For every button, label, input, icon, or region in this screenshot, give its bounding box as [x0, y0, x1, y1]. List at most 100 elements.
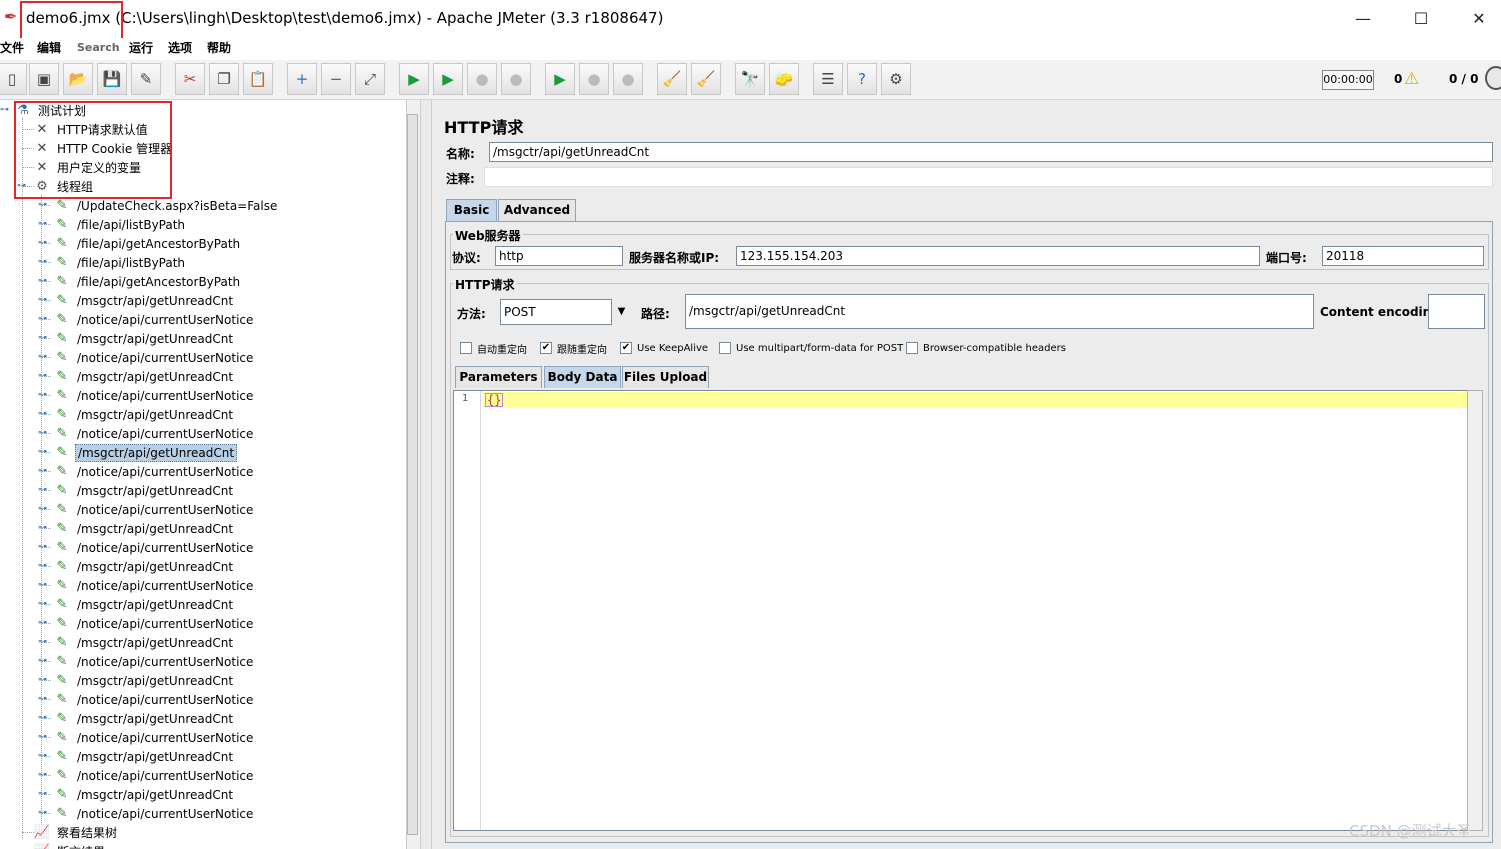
start-button[interactable]: ▶: [399, 63, 429, 95]
cut-button[interactable]: ✂: [175, 63, 205, 95]
tree-node-sampler[interactable]: ✎ /msgctr/api/getUnreadCnt: [53, 633, 235, 652]
tree-node-sampler[interactable]: ✎ /msgctr/api/getUnreadCnt: [53, 291, 235, 310]
tree-node-sampler[interactable]: ✎ /msgctr/api/getUnreadCnt: [53, 709, 235, 728]
menu-help[interactable]: 帮助: [207, 40, 231, 56]
tree-node-sampler[interactable]: ✎ /msgctr/api/getUnreadCnt: [53, 595, 235, 614]
save-as-button[interactable]: ✎: [131, 63, 161, 95]
shutdown-button[interactable]: ●: [501, 63, 531, 95]
option-checkbox[interactable]: ✔ 跟随重定向: [540, 341, 607, 356]
tab-basic[interactable]: Basic: [446, 199, 497, 221]
tree-expand-handle[interactable]: ⊶: [38, 714, 47, 723]
tree-node-sampler[interactable]: ✎ /notice/api/currentUserNotice: [53, 652, 255, 671]
tree-node-sampler[interactable]: ✎ /msgctr/api/getUnreadCnt: [53, 443, 238, 462]
port-field[interactable]: 20118: [1322, 246, 1484, 266]
tree-node-sampler[interactable]: ✎ /msgctr/api/getUnreadCnt: [53, 405, 235, 424]
option-checkbox[interactable]: ✔ Use KeepAlive: [620, 341, 708, 355]
tree-expand-handle[interactable]: ⊶: [38, 524, 47, 533]
tree-node-sampler[interactable]: ✎ /notice/api/currentUserNotice: [53, 462, 255, 481]
tree-node-listener[interactable]: 📈 察看结果树: [33, 823, 119, 842]
collapse-button[interactable]: −: [321, 63, 351, 95]
tree-expand-handle[interactable]: ⊶: [38, 600, 47, 609]
menu-options[interactable]: 选项: [168, 40, 192, 56]
menu-search[interactable]: Search: [77, 40, 120, 56]
tree-expand-handle[interactable]: ⊶: [38, 752, 47, 761]
paste-button[interactable]: 📋: [243, 63, 273, 95]
tree-node-sampler[interactable]: ✎ /notice/api/currentUserNotice: [53, 614, 255, 633]
tree-expand-handle[interactable]: ⊶: [38, 258, 47, 267]
tree-node-sampler[interactable]: ✎ /msgctr/api/getUnreadCnt: [53, 747, 235, 766]
checkbox-box[interactable]: ✔: [540, 342, 552, 354]
tab-body-data[interactable]: Body Data: [544, 366, 621, 388]
remote-start-button[interactable]: ▶: [545, 63, 575, 95]
tree-expand-handle[interactable]: ⊶: [38, 372, 47, 381]
tree-scroll-thumb[interactable]: [407, 114, 418, 835]
tree-expand-handle[interactable]: ⊶: [38, 429, 47, 438]
tree-expand-handle[interactable]: ⊶: [38, 410, 47, 419]
tree-node-sampler[interactable]: ✎ /msgctr/api/getUnreadCnt: [53, 481, 235, 500]
tree-expand-handle[interactable]: ⊶: [38, 790, 47, 799]
tree-expand-handle[interactable]: ⊶: [38, 201, 47, 210]
tree-node-sampler[interactable]: ✎ /msgctr/api/getUnreadCnt: [53, 367, 235, 386]
tree-node-sampler[interactable]: ✎ /notice/api/currentUserNotice: [53, 804, 255, 823]
tree-node-sampler[interactable]: ✎ /notice/api/currentUserNotice: [53, 348, 255, 367]
expand-button[interactable]: +: [287, 63, 317, 95]
option-checkbox[interactable]: 自动重定向: [460, 341, 527, 356]
function-helper-button[interactable]: ☰: [813, 63, 843, 95]
remote-status-icon[interactable]: [1485, 66, 1501, 90]
tree-node-sampler[interactable]: ✎ /file/api/listByPath: [53, 253, 187, 272]
close-button[interactable]: ✕: [1450, 0, 1501, 36]
reset-search-button[interactable]: 🧽: [769, 63, 799, 95]
menu-edit[interactable]: 编辑: [37, 40, 61, 56]
comment-field[interactable]: [484, 167, 1493, 187]
tree-node-sampler[interactable]: ✎ /msgctr/api/getUnreadCnt: [53, 519, 235, 538]
path-field[interactable]: /msgctr/api/getUnreadCnt: [685, 294, 1314, 329]
tree-node-sampler[interactable]: ✎ /notice/api/currentUserNotice: [53, 424, 255, 443]
log-viewer-button[interactable]: ⚙: [881, 63, 911, 95]
tree-expand-handle[interactable]: ⊶: [0, 106, 9, 115]
tree-expand-handle[interactable]: ⊶: [38, 505, 47, 514]
maximize-button[interactable]: ☐: [1392, 0, 1450, 36]
option-checkbox[interactable]: Browser-compatible headers: [906, 341, 1066, 355]
tab-parameters[interactable]: Parameters: [455, 366, 542, 388]
chevron-down-icon[interactable]: ▼: [611, 299, 631, 325]
tree-node-sampler[interactable]: ✎ /msgctr/api/getUnreadCnt: [53, 557, 235, 576]
copy-button[interactable]: ❐: [209, 63, 239, 95]
search-button[interactable]: 🔭: [735, 63, 765, 95]
remote-stop-button[interactable]: ●: [579, 63, 609, 95]
tree-expand-handle[interactable]: ⊶: [38, 562, 47, 571]
tree-expand-handle[interactable]: ⊶: [38, 334, 47, 343]
name-field[interactable]: /msgctr/api/getUnreadCnt: [489, 142, 1493, 162]
option-checkbox[interactable]: Use multipart/form-data for POST: [719, 341, 903, 355]
tree-expand-handle[interactable]: ⊶: [38, 771, 47, 780]
tree-node-listener[interactable]: 📈 断言结果: [33, 842, 107, 849]
tree-expand-handle[interactable]: ⊶: [38, 676, 47, 685]
tree-expand-handle[interactable]: ⊶: [38, 619, 47, 628]
save-button[interactable]: 💾: [97, 63, 127, 95]
tree-expand-handle[interactable]: ⊶: [38, 277, 47, 286]
tree-expand-handle[interactable]: ⊶: [38, 315, 47, 324]
tree-node-sampler[interactable]: ✎ /file/api/listByPath: [53, 215, 187, 234]
content-encoding-field[interactable]: [1428, 294, 1485, 329]
tree-node-sampler[interactable]: ✎ /msgctr/api/getUnreadCnt: [53, 671, 235, 690]
tree-node-sampler[interactable]: ✎ /notice/api/currentUserNotice: [53, 766, 255, 785]
tree-expand-handle[interactable]: ⊶: [38, 448, 47, 457]
tree-expand-handle[interactable]: ⊶: [38, 543, 47, 552]
stop-button[interactable]: ●: [467, 63, 497, 95]
body-data-editor[interactable]: [453, 390, 1468, 831]
warning-icon[interactable]: ⚠: [1404, 69, 1419, 89]
help-button[interactable]: ?: [847, 63, 877, 95]
tree-expand-handle[interactable]: ⊶: [38, 581, 47, 590]
tree-expand-handle[interactable]: ⊶: [38, 467, 47, 476]
clear-all-button[interactable]: 🧹: [691, 63, 721, 95]
minimize-button[interactable]: —: [1334, 0, 1392, 36]
tree-node-sampler[interactable]: ✎ /notice/api/currentUserNotice: [53, 690, 255, 709]
checkbox-box[interactable]: ✔: [620, 342, 632, 354]
tree-expand-handle[interactable]: ⊶: [38, 695, 47, 704]
tree-expand-handle[interactable]: ⊶: [38, 733, 47, 742]
tree-node-sampler[interactable]: ✎ /notice/api/currentUserNotice: [53, 576, 255, 595]
editor-scrollbar[interactable]: [1467, 390, 1483, 831]
tree-expand-handle[interactable]: ⊶: [38, 220, 47, 229]
menu-file[interactable]: 文件: [0, 40, 24, 56]
server-field[interactable]: 123.155.154.203: [736, 246, 1260, 266]
tree-node-sampler[interactable]: ✎ /notice/api/currentUserNotice: [53, 728, 255, 747]
